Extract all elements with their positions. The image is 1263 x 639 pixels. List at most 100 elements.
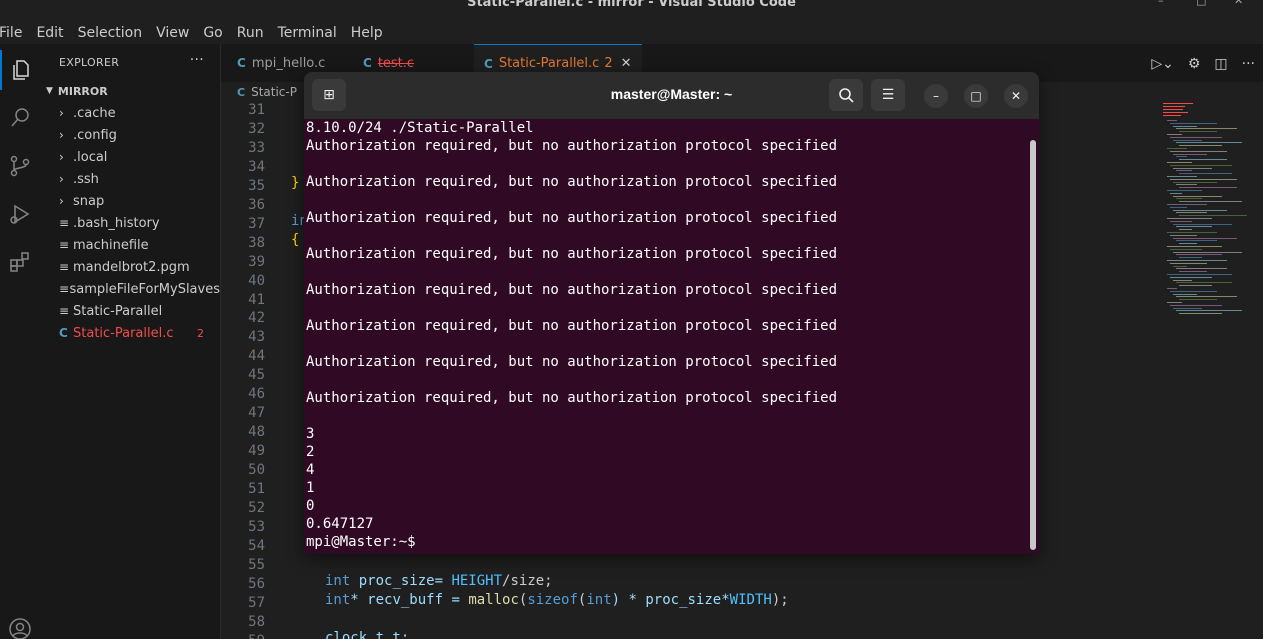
minimize-icon[interactable]: –	[924, 84, 948, 108]
tree-item-ssh[interactable]: › .ssh	[40, 168, 220, 190]
code-line: int proc_size= HEIGHT/size;	[325, 573, 553, 589]
minimap-line	[1176, 142, 1242, 144]
tree-item-mandelbrot[interactable]: ≡ mandelbrot2.pgm	[40, 256, 220, 278]
menu-file[interactable]: File	[0, 22, 29, 44]
minimap-line	[1167, 134, 1182, 135]
terminal-output[interactable]: 8.10.0/24 ./Static-Parallel Authorization…	[306, 119, 1029, 554]
minimap-line	[1163, 103, 1193, 104]
more-actions-icon[interactable]: ···	[1242, 56, 1255, 72]
split-editor-icon[interactable]: ◫	[1214, 56, 1227, 72]
minimap-line	[1179, 201, 1242, 203]
files-icon[interactable]	[0, 50, 40, 90]
minimap-line	[1173, 307, 1202, 309]
minimap-line	[1167, 260, 1227, 261]
close-window-icon[interactable]: ✕	[1234, 0, 1243, 7]
maximize-icon[interactable]: □	[1196, 0, 1206, 7]
file-lines-icon: ≡	[59, 238, 70, 252]
window-title: Static-Parallel.c - mirror - Visual Stud…	[467, 0, 796, 10]
minimap-line	[1173, 293, 1197, 295]
minimap-line	[1170, 164, 1232, 166]
minimap-line	[1176, 268, 1227, 270]
gear-icon[interactable]: ⚙	[1188, 56, 1201, 72]
minimap-line	[1167, 288, 1177, 289]
tree-item-machinefile[interactable]: ≡ machinefile	[40, 234, 220, 256]
search-icon[interactable]	[0, 98, 40, 138]
terminal-line: mpi@Master:~$	[306, 534, 416, 550]
minimap-line	[1179, 285, 1212, 287]
breadcrumb-item[interactable]: Static-P	[251, 85, 297, 99]
run-debug-icon[interactable]	[0, 194, 40, 234]
minimap-line	[1179, 173, 1232, 175]
minimap-line	[1163, 115, 1181, 116]
chevron-right-icon: ›	[59, 172, 64, 186]
tree-item-static-parallel[interactable]: ≡ Static-Parallel	[40, 300, 220, 322]
terminal-line: Authorization required, but no authoriza…	[306, 282, 838, 298]
minimap-line	[1176, 156, 1187, 158]
file-lines-icon: ≡	[59, 260, 70, 274]
run-icon[interactable]: ▷⌄	[1151, 56, 1174, 72]
chevron-right-icon: ›	[59, 150, 64, 164]
menu-terminal[interactable]: Terminal	[271, 22, 344, 44]
tree-item-local[interactable]: › .local	[40, 146, 220, 168]
minimap-line	[1167, 120, 1177, 121]
tree-item-static-parallel-c[interactable]: C Static-Parallel.c 2	[40, 322, 220, 344]
explorer-sidebar: EXPLORER ··· ▼ MIRROR › .cache › .config ›…	[40, 44, 221, 639]
close-icon[interactable]: ✕	[1004, 84, 1028, 108]
menu-help[interactable]: Help	[344, 22, 390, 44]
maximize-icon[interactable]: □	[964, 84, 988, 108]
menu-bar: File Edit Selection View Go Run Terminal…	[0, 22, 390, 44]
explorer-root-folder[interactable]: ▼ MIRROR	[40, 80, 220, 102]
tree-item-label: .local	[73, 149, 108, 165]
minimap-line	[1167, 162, 1192, 163]
minimap-line	[1170, 150, 1227, 152]
account-icon[interactable]	[0, 609, 40, 639]
menu-run[interactable]: Run	[230, 22, 271, 44]
more-actions-icon[interactable]: ···	[190, 52, 204, 68]
tree-item-bash-history[interactable]: ≡ .bash_history	[40, 212, 220, 234]
extensions-icon[interactable]	[0, 242, 40, 282]
line-number: 32	[248, 120, 265, 137]
line-number: 47	[248, 405, 265, 422]
minimap-line	[1173, 251, 1242, 253]
line-number: 33	[248, 139, 265, 156]
tree-item-cache[interactable]: › .cache	[40, 102, 220, 124]
minimap-line	[1170, 122, 1217, 124]
minimap-line	[1173, 139, 1202, 141]
tab-label: test.c	[377, 55, 415, 71]
line-number: 36	[248, 196, 265, 213]
minimap-line	[1167, 204, 1207, 205]
minimap-line	[1179, 271, 1207, 273]
minimap-line	[1179, 257, 1202, 259]
tree-item-snap[interactable]: › snap	[40, 190, 220, 212]
menu-go[interactable]: Go	[196, 22, 229, 44]
c-file-icon: C	[59, 326, 68, 340]
line-number: 35	[248, 177, 265, 194]
minimap-line	[1176, 226, 1212, 228]
source-control-icon[interactable]	[0, 146, 40, 186]
minimap-line	[1167, 176, 1197, 177]
terminal-window[interactable]: ⊞ master@Master: ~ ☰ – □ ✕ 8.10.0/24 ./S…	[304, 72, 1039, 554]
hamburger-menu-icon[interactable]: ☰	[871, 79, 905, 111]
minimap-line	[1167, 302, 1182, 303]
line-number: 38	[248, 234, 265, 251]
search-icon[interactable]	[829, 79, 863, 111]
menu-edit[interactable]: Edit	[29, 22, 70, 44]
menu-selection[interactable]: Selection	[71, 22, 150, 44]
terminal-scrollbar[interactable]	[1030, 140, 1036, 550]
minimap-line	[1173, 125, 1197, 127]
close-tab-icon[interactable]: ✕	[621, 56, 632, 71]
tree-item-config[interactable]: › .config	[40, 124, 220, 146]
explorer-header: EXPLORER ···	[40, 44, 220, 80]
chevron-right-icon: ›	[59, 106, 64, 120]
minimap-line	[1170, 136, 1222, 138]
tree-item-samplefile[interactable]: ≡ sampleFileForMySlaves	[40, 278, 220, 300]
terminal-line: Authorization required, but no authoriza…	[306, 318, 838, 334]
terminal-line: 0	[306, 498, 315, 514]
minimize-icon[interactable]: –	[1158, 0, 1164, 7]
minimap[interactable]	[1161, 102, 1263, 639]
c-file-icon: C	[237, 85, 246, 99]
menu-view[interactable]: View	[149, 22, 196, 44]
chevron-right-icon: ›	[59, 128, 64, 142]
minimap-line	[1167, 218, 1212, 219]
terminal-line: Authorization required, but no authoriza…	[306, 174, 838, 190]
